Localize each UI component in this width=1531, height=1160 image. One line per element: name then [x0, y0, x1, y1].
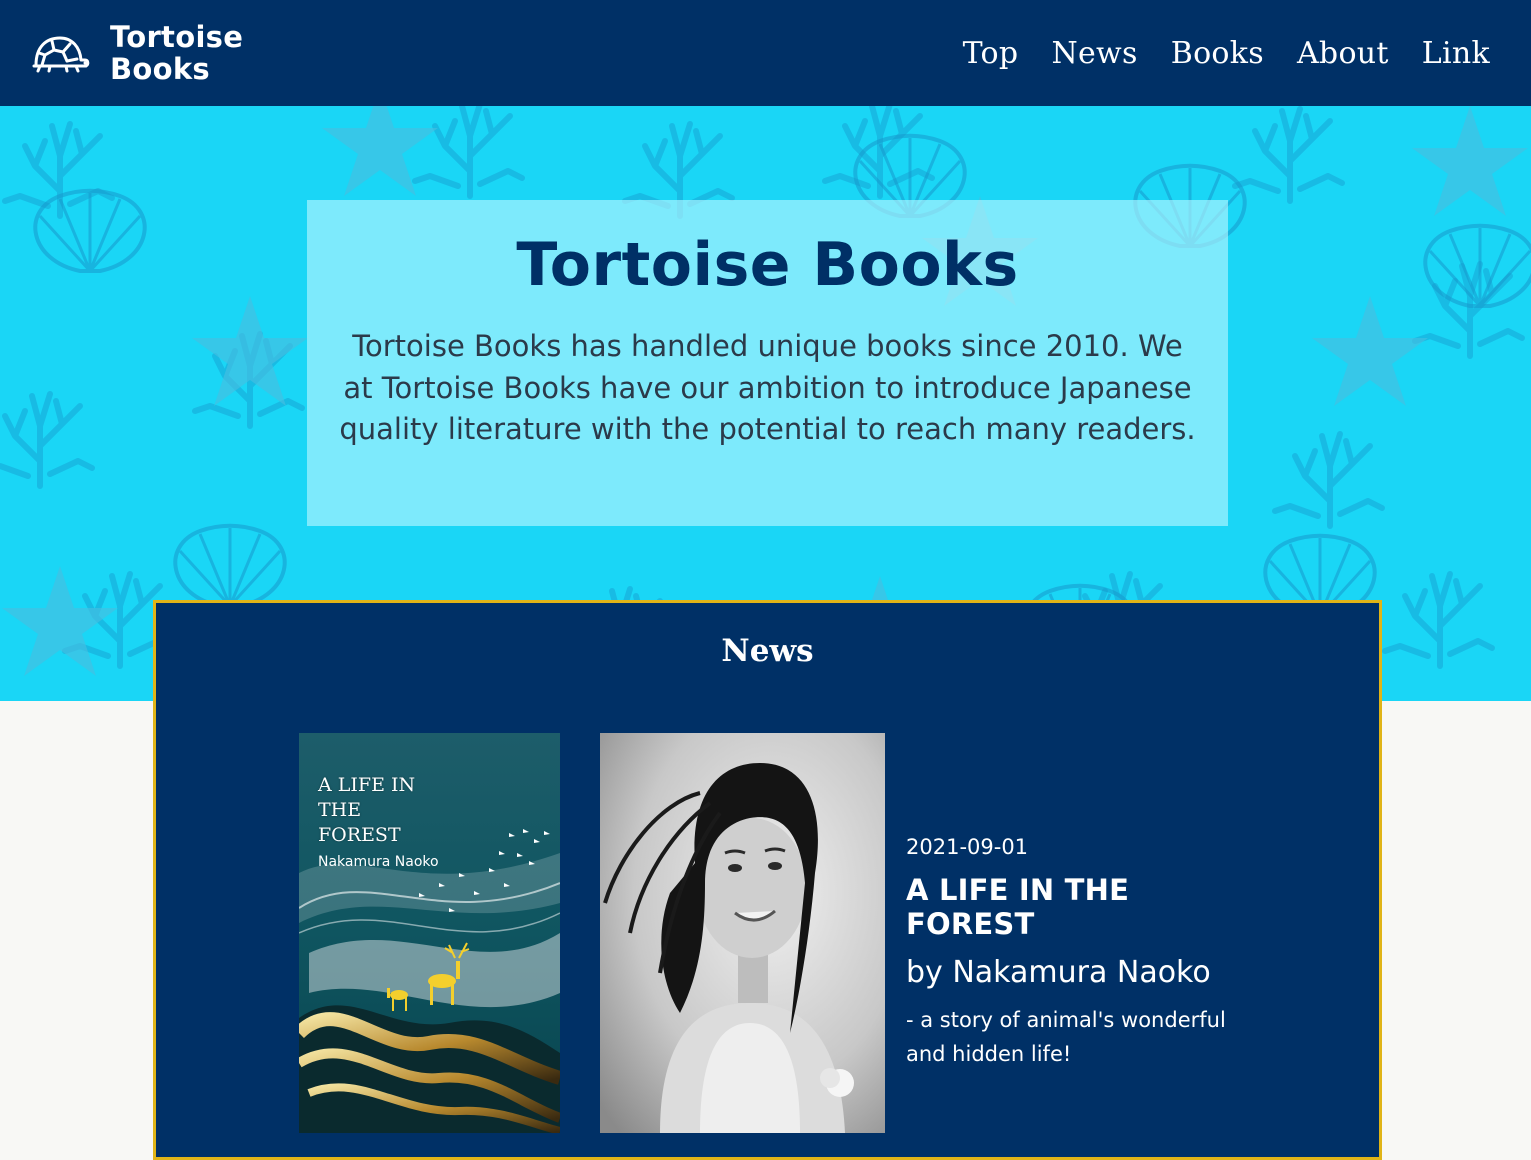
news-date: 2021-09-01 [906, 835, 1029, 859]
brand-name: Tortoise Books [110, 20, 244, 86]
news-section: News A LIFE IN THE FOREST Nakamura Naoko… [153, 600, 1382, 1160]
book-cover-image[interactable]: A LIFE IN THE FOREST Nakamura Naoko [299, 733, 560, 1133]
hero-description: Tortoise Books has handled unique books … [339, 329, 1196, 446]
news-item-info: 2021-09-01 A LIFE IN THE FOREST by Nakam… [906, 833, 1266, 1071]
site-header: Tortoise Books Top News Books About Link [0, 0, 1531, 106]
author-photo[interactable] [600, 733, 885, 1133]
nav-link-link[interactable]: Link [1422, 36, 1490, 71]
tortoise-icon [32, 36, 90, 73]
nav-link-books[interactable]: Books [1171, 36, 1264, 71]
nav-link-top[interactable]: Top [963, 36, 1019, 71]
cover-author: Nakamura Naoko [318, 854, 439, 870]
main-nav: Top News Books About Link [963, 36, 1490, 71]
news-description: - a story of animal's wonderful and hidd… [906, 1008, 1226, 1066]
hero-title: Tortoise Books [516, 230, 1019, 300]
hero-card: Tortoise Books Tortoise Books has handle… [307, 200, 1228, 526]
nav-link-about[interactable]: About [1297, 36, 1389, 71]
news-heading: News [721, 633, 814, 669]
author-portrait-image [600, 733, 885, 1133]
news-author: by Nakamura Naoko [906, 955, 1211, 990]
cover-title: A LIFE IN THE FOREST [318, 774, 416, 846]
nav-link-news[interactable]: News [1051, 36, 1137, 71]
brand-link[interactable]: Tortoise Books [30, 21, 250, 85]
news-title-link[interactable]: A LIFE IN THE FOREST [906, 873, 1266, 941]
